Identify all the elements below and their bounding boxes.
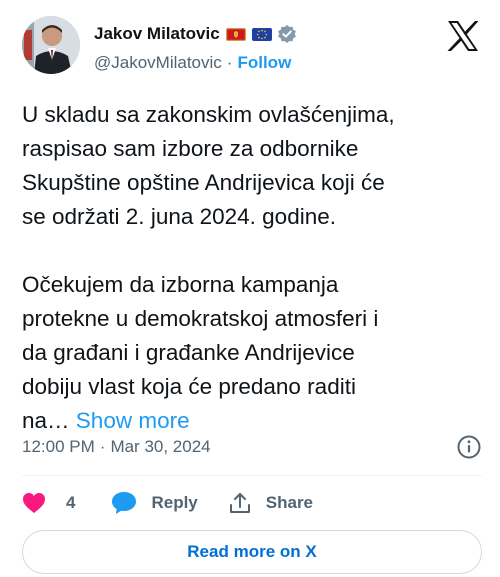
author-handle[interactable]: @JakovMilatovic [94,53,222,73]
divider [22,475,482,476]
tweet-line: U skladu sa zakonskim ovlašćenjima, [22,102,395,127]
follow-button[interactable]: Follow [237,53,291,73]
tweet-header: Jakov Milatovic @JakovMilatovic · Follow [0,0,500,90]
tweet-text: U skladu sa zakonskim ovlašćenjima, rasp… [22,98,482,438]
verified-badge-icon [277,24,297,44]
share-button[interactable]: Share [228,491,313,515]
reply-button[interactable]: Reply [111,491,198,515]
eu-flag-icon [251,27,272,41]
heart-icon [22,492,46,514]
show-more-link[interactable]: Show more [76,408,190,433]
reply-label: Reply [151,493,198,512]
tweet-line: raspisao sam izbore za odbornike [22,136,359,161]
tweet-line: protekne u demokratskoj atmosferi i [22,306,379,331]
tweet-line: se održati 2. juna 2024. godine. [22,204,336,229]
tweet-line: dobiju vlast koja će predano raditi [22,374,356,399]
speech-bubble-icon [111,491,137,515]
tweet-line: da građani i građanke Andrijevice [22,340,355,365]
like-button[interactable]: 4 [22,492,75,514]
author-name-row: Jakov Milatovic [94,22,297,46]
tweet-time[interactable]: 12:00 PM [22,437,95,457]
tweet-last-line: na… Show more [22,404,482,438]
info-icon[interactable] [456,434,482,460]
action-bar: 4 Reply Share [22,488,482,518]
avatar[interactable] [22,16,80,74]
handle-separator: · [226,53,233,72]
share-upload-icon [228,491,252,515]
author-display-name[interactable]: Jakov Milatovic [94,24,220,44]
montenegro-flag-icon [225,27,246,41]
read-more-button[interactable]: Read more on X [22,530,482,574]
author-handle-row: @JakovMilatovic · Follow [94,52,291,74]
meta-separator: · [99,437,106,456]
x-logo-icon[interactable] [446,20,480,52]
tweet-line: Očekujem da izborna kampanja [22,272,339,297]
truncated-text: na… [22,408,70,433]
tweet-line: Skupštine opštine Andrijevica koji će [22,170,385,195]
tweet-meta: 12:00 PM · Mar 30, 2024 [22,434,482,460]
like-count: 4 [66,493,76,512]
tweet-date[interactable]: Mar 30, 2024 [110,437,210,457]
share-label: Share [265,493,314,512]
